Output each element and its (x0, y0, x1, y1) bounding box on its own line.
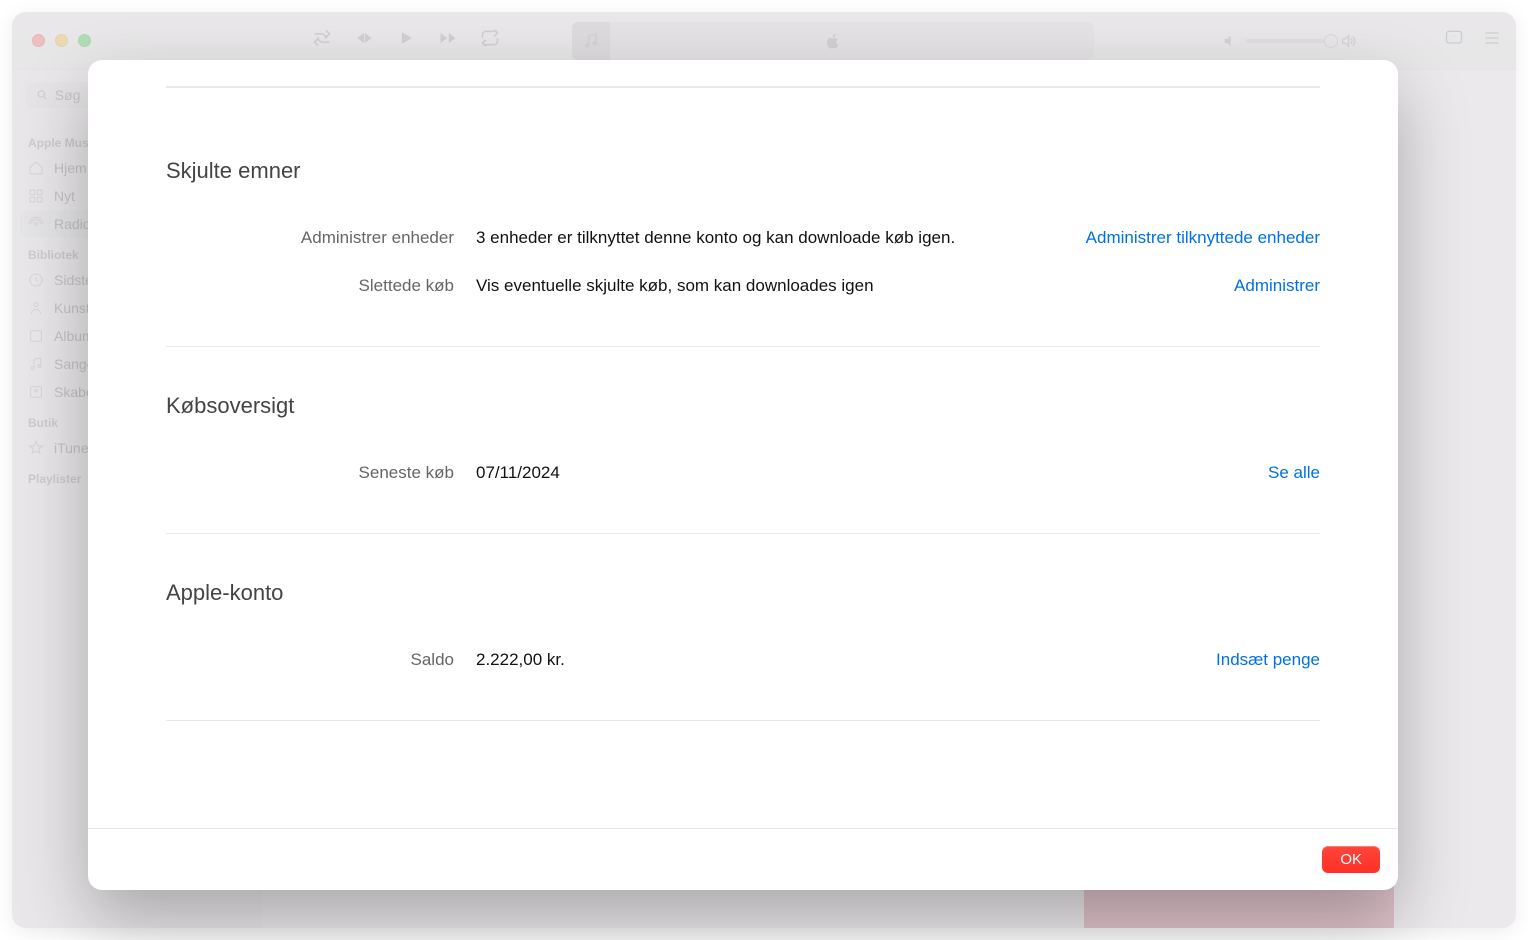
modal-content: Skjulte emner Administrer enheder 3 enhe… (88, 60, 1398, 828)
row-label: Administrer enheder (166, 228, 476, 248)
section-title: Købsoversigt (166, 393, 1320, 419)
row-label: Seneste køb (166, 463, 476, 483)
manage-devices-link[interactable]: Administrer tilknyttede enheder (1086, 228, 1320, 248)
modal-footer: OK (88, 828, 1398, 890)
row-value: Vis eventuelle skjulte køb, som kan down… (476, 276, 1234, 296)
add-funds-link[interactable]: Indsæt penge (1216, 650, 1320, 670)
section-purchase-history: Købsoversigt Seneste køb 07/11/2024 Se a… (166, 346, 1320, 533)
row-label: Saldo (166, 650, 476, 670)
section-hidden-items: Skjulte emner Administrer enheder 3 enhe… (166, 86, 1320, 346)
row-value: 2.222,00 kr. (476, 650, 1216, 670)
row-last-purchase: Seneste køb 07/11/2024 Se alle (166, 449, 1320, 497)
section-apple-account: Apple-konto Saldo 2.222,00 kr. Indsæt pe… (166, 533, 1320, 721)
manage-hidden-link[interactable]: Administrer (1234, 276, 1320, 296)
row-manage-devices: Administrer enheder 3 enheder er tilknyt… (166, 214, 1320, 262)
section-title: Skjulte emner (166, 158, 1320, 184)
account-modal: Skjulte emner Administrer enheder 3 enhe… (88, 60, 1398, 890)
row-value: 3 enheder er tilknyttet denne konto og k… (476, 228, 1086, 248)
row-balance: Saldo 2.222,00 kr. Indsæt penge (166, 636, 1320, 684)
section-title: Apple-konto (166, 580, 1320, 606)
row-label: Slettede køb (166, 276, 476, 296)
ok-button[interactable]: OK (1322, 846, 1380, 873)
see-all-link[interactable]: Se alle (1268, 463, 1320, 483)
row-hidden-purchases: Slettede køb Vis eventuelle skjulte køb,… (166, 262, 1320, 310)
row-value: 07/11/2024 (476, 463, 1268, 483)
